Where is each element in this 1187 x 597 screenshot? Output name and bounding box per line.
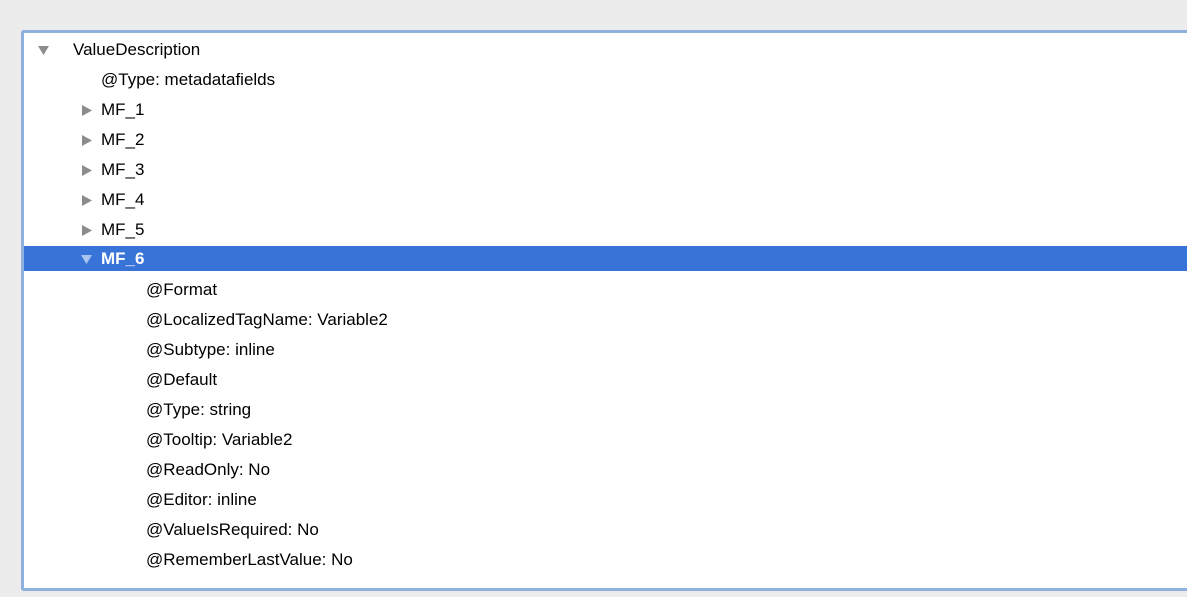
tree-row-mf-1[interactable]: MF_1 (24, 97, 1187, 123)
tree-row-attribute[interactable]: @RememberLastValue: No (24, 547, 1187, 573)
tree-row-label: @RememberLastValue: No (146, 550, 353, 569)
tree-row-mf-4[interactable]: MF_4 (24, 187, 1187, 213)
disclosure-triangle-down-icon[interactable] (37, 44, 49, 56)
tree-row-label: @Default (146, 370, 218, 389)
tree-row-label: @ValueIsRequired: No (146, 520, 319, 539)
tree-row-mf-5[interactable]: MF_5 (24, 217, 1187, 243)
disclosure-triangle-right-icon[interactable] (81, 224, 93, 236)
tree-row-label: @ReadOnly: No (146, 460, 271, 479)
disclosure-triangle-down-icon[interactable] (80, 253, 92, 265)
outline-tree[interactable]: ValueDescription @Type: metadatafields M… (21, 30, 1187, 591)
tree-row-label: @Type: string (146, 400, 252, 419)
tree-row-label: @Format (146, 280, 218, 299)
tree-row-attribute[interactable]: @ValueIsRequired: No (24, 517, 1187, 543)
tree-row-label: @Tooltip: Variable2 (146, 430, 293, 449)
tree-row-label: @LocalizedTagName: Variable2 (146, 310, 388, 329)
tree-row-label: MF_2 (101, 130, 145, 149)
tree-row-attribute[interactable]: @Editor: inline (24, 487, 1187, 513)
tree-row-label: MF_4 (101, 190, 145, 209)
tree-row-label: ValueDescription (73, 40, 201, 59)
tree-row-attribute[interactable]: @Default (24, 367, 1187, 393)
disclosure-triangle-right-icon[interactable] (81, 164, 93, 176)
tree-row-attribute[interactable]: @Tooltip: Variable2 (24, 427, 1187, 453)
tree-row-attribute[interactable]: @Subtype: inline (24, 337, 1187, 363)
tree-row-root[interactable]: ValueDescription (24, 37, 1187, 63)
tree-row-attribute[interactable]: @Type: string (24, 397, 1187, 423)
disclosure-triangle-right-icon[interactable] (81, 134, 93, 146)
disclosure-triangle-right-icon[interactable] (81, 194, 93, 206)
tree-row-mf-2[interactable]: MF_2 (24, 127, 1187, 153)
tree-row-label: @Editor: inline (146, 490, 257, 509)
tree-row-label: MF_3 (101, 160, 145, 179)
tree-row-label: MF_1 (101, 100, 145, 119)
tree-row-label: @Subtype: inline (146, 340, 275, 359)
tree-row-mf-3[interactable]: MF_3 (24, 157, 1187, 183)
tree-row-label: MF_6 (101, 248, 145, 268)
disclosure-triangle-right-icon[interactable] (81, 104, 93, 116)
tree-row-label: @Type: metadatafields (101, 70, 276, 89)
tree-row-attribute[interactable]: @Format (24, 277, 1187, 303)
tree-row-attribute[interactable]: @Type: metadatafields (24, 67, 1187, 93)
tree-row-attribute[interactable]: @LocalizedTagName: Variable2 (24, 307, 1187, 333)
tree-row-attribute[interactable]: @ReadOnly: No (24, 457, 1187, 483)
tree-row-mf-6[interactable]: MF_6 (24, 246, 1187, 271)
tree-row-label: MF_5 (101, 220, 145, 239)
